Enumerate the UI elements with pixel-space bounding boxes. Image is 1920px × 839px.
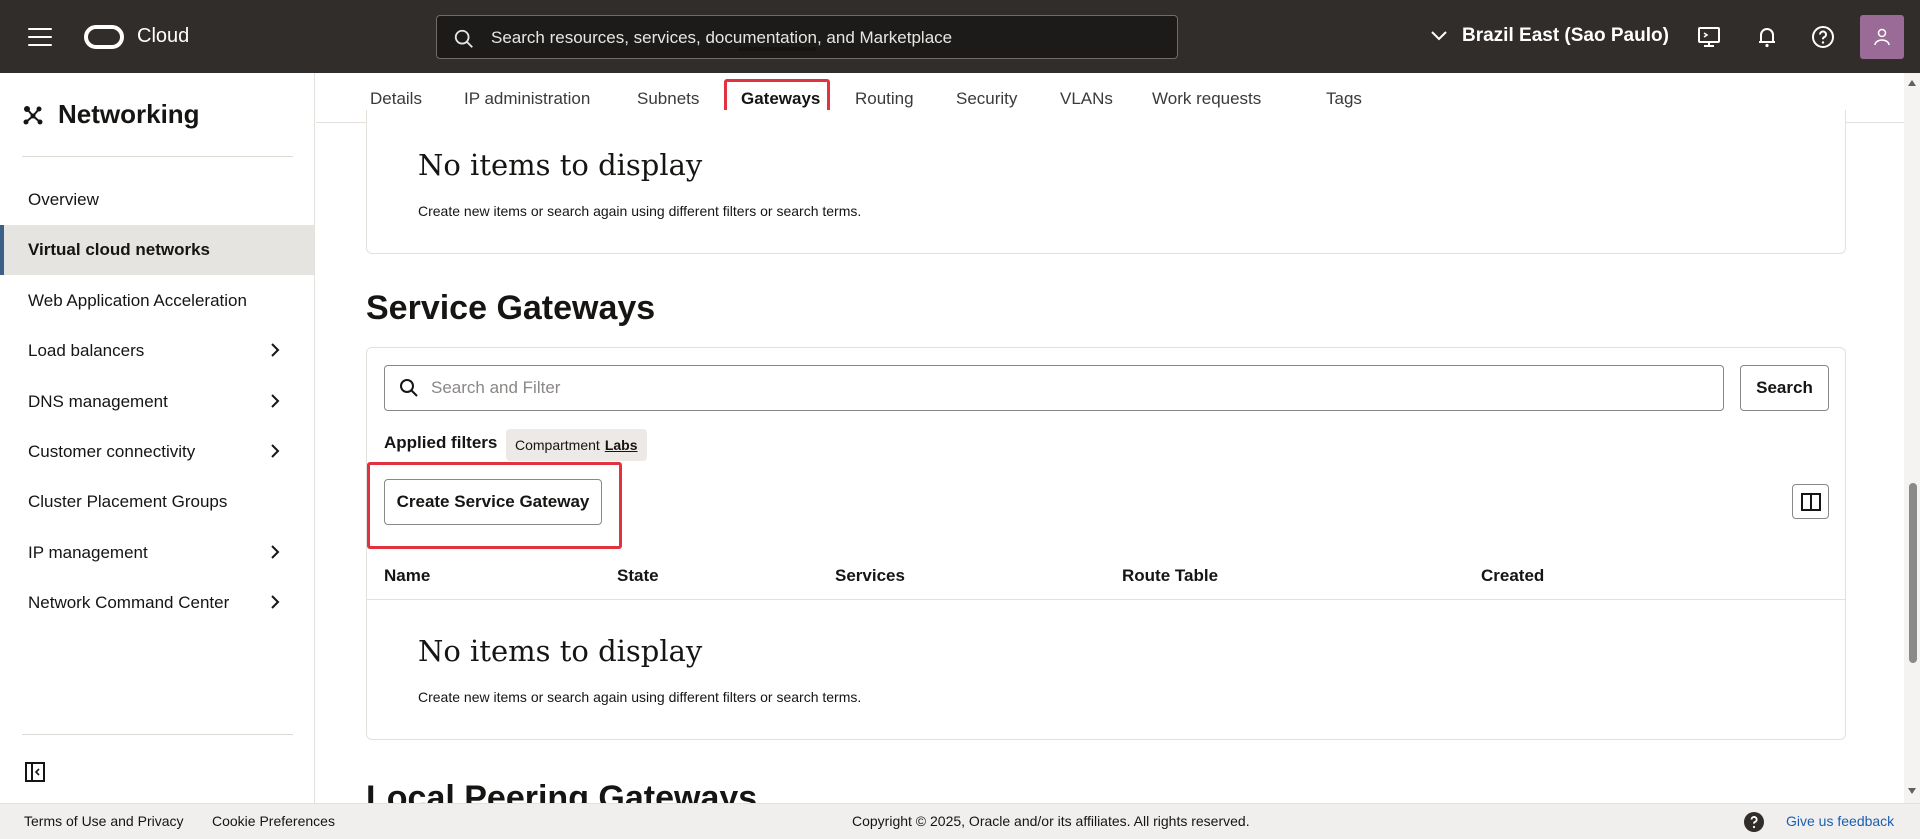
give-feedback-link[interactable]: Give us feedback <box>1786 813 1894 829</box>
service-gateways-heading: Service Gateways <box>366 289 656 327</box>
footer: Terms of Use and Privacy Cookie Preferen… <box>0 803 1920 839</box>
cookie-preferences-link[interactable]: Cookie Preferences <box>212 813 335 829</box>
empty-state-title: No items to display <box>418 634 703 668</box>
empty-state-title: No items to display <box>418 148 703 182</box>
sidebar-item-load-balancers[interactable]: Load balancers <box>0 326 314 376</box>
column-header-created[interactable]: Created <box>1481 566 1544 586</box>
empty-state-subtitle: Create new items or search again using d… <box>418 689 862 705</box>
sidebar-item-label: DNS management <box>28 392 168 411</box>
columns-icon <box>1800 492 1821 511</box>
create-button-highlight <box>367 462 622 549</box>
chevron-right-icon <box>271 545 280 559</box>
tab-tags[interactable]: Tags <box>1326 89 1362 109</box>
sidebar-divider <box>22 734 293 735</box>
active-tab-indicator <box>738 47 816 51</box>
column-header-name[interactable]: Name <box>384 566 430 586</box>
chevron-down-icon <box>1431 31 1447 41</box>
top-navigation-bar: Cloud Search resources, services, docume… <box>0 0 1920 73</box>
column-header-services[interactable]: Services <box>835 566 905 586</box>
sidebar: Networking Overview Virtual cloud networ… <box>0 73 315 803</box>
search-filter-input[interactable] <box>431 376 1631 400</box>
user-icon <box>1874 28 1890 46</box>
sidebar-item-label: Cluster Placement Groups <box>28 492 228 511</box>
sidebar-item-label: Network Command Center <box>28 593 230 612</box>
notifications-bell-icon[interactable] <box>1754 24 1780 50</box>
applied-filters-label: Applied filters <box>384 433 498 452</box>
compartment-filter-chip[interactable]: Compartment Labs <box>506 429 647 461</box>
oracle-logo-icon[interactable] <box>84 25 124 49</box>
search-icon <box>454 29 473 48</box>
chip-value-link[interactable]: Labs <box>605 437 638 453</box>
local-peering-gateways-heading: Local Peering Gateways <box>366 779 758 803</box>
tab-work-requests[interactable]: Work requests <box>1152 89 1261 109</box>
tab-details[interactable]: Details <box>370 89 422 109</box>
sidebar-item-label: IP management <box>28 543 148 562</box>
chevron-right-icon <box>271 343 280 357</box>
sidebar-item-ip-management[interactable]: IP management <box>0 528 314 578</box>
sidebar-item-cluster-placement-groups[interactable]: Cluster Placement Groups <box>0 477 314 527</box>
region-selector[interactable]: Brazil East (Sao Paulo) <box>1430 25 1669 47</box>
search-button[interactable]: Search <box>1740 365 1829 411</box>
collapse-sidebar-icon[interactable] <box>24 761 46 783</box>
chevron-right-icon <box>271 394 280 408</box>
networking-icon <box>23 105 43 124</box>
global-search-placeholder: Search resources, services, documentatio… <box>491 28 953 47</box>
next-section-clip: Local Peering Gateways <box>366 770 966 803</box>
help-circle-icon[interactable] <box>1743 811 1765 833</box>
help-icon[interactable] <box>1810 24 1836 50</box>
chip-label: Compartment <box>515 437 600 453</box>
empty-state-subtitle: Create new items or search again using d… <box>418 203 862 219</box>
cloud-shell-icon[interactable] <box>1696 24 1722 50</box>
global-search-input[interactable]: Search resources, services, documentatio… <box>436 15 1178 59</box>
column-header-route-table[interactable]: Route Table <box>1122 566 1218 586</box>
tab-vlans[interactable]: VLANs <box>1060 89 1113 109</box>
user-avatar[interactable] <box>1860 15 1904 59</box>
search-filter-field[interactable] <box>384 365 1724 411</box>
menu-icon[interactable] <box>28 28 52 46</box>
chevron-right-icon <box>271 595 280 609</box>
table-header-divider <box>367 599 1845 600</box>
sidebar-item-label: Web Application Acceleration <box>28 291 247 310</box>
sidebar-divider <box>22 156 293 157</box>
tab-ip-administration[interactable]: IP administration <box>464 89 590 109</box>
previous-gateways-card <box>366 110 1846 254</box>
sidebar-title: Networking <box>22 99 200 130</box>
column-settings-button[interactable] <box>1792 484 1829 519</box>
terms-link[interactable]: Terms of Use and Privacy <box>24 813 184 829</box>
sidebar-title-label: Networking <box>58 99 200 129</box>
scroll-up-arrow-icon[interactable] <box>1907 79 1917 87</box>
sidebar-item-label: Overview <box>28 190 99 209</box>
sidebar-item-virtual-cloud-networks[interactable]: Virtual cloud networks <box>0 225 314 275</box>
scroll-down-arrow-icon[interactable] <box>1907 787 1917 795</box>
sidebar-item-label: Load balancers <box>28 341 145 360</box>
brand-name[interactable]: Cloud <box>137 25 189 48</box>
sidebar-item-label: Virtual cloud networks <box>28 240 211 259</box>
sidebar-item-customer-connectivity[interactable]: Customer connectivity <box>0 427 314 477</box>
copyright-text: Copyright © 2025, Oracle and/or its affi… <box>852 813 1250 829</box>
sidebar-item-label: Customer connectivity <box>28 442 196 461</box>
page-scrollbar[interactable] <box>1904 73 1920 803</box>
sidebar-item-network-command-center[interactable]: Network Command Center <box>0 578 314 628</box>
region-label: Brazil East (Sao Paulo) <box>1462 25 1669 46</box>
tab-routing[interactable]: Routing <box>855 89 914 109</box>
chevron-right-icon <box>271 444 280 458</box>
search-icon <box>400 379 418 397</box>
sidebar-item-overview[interactable]: Overview <box>0 175 314 225</box>
tab-subnets[interactable]: Subnets <box>637 89 699 109</box>
scrollbar-thumb[interactable] <box>1909 483 1917 663</box>
sidebar-item-dns-management[interactable]: DNS management <box>0 377 314 427</box>
sidebar-item-web-application-acceleration[interactable]: Web Application Acceleration <box>0 276 314 326</box>
column-header-state[interactable]: State <box>617 566 659 586</box>
tab-security[interactable]: Security <box>956 89 1017 109</box>
